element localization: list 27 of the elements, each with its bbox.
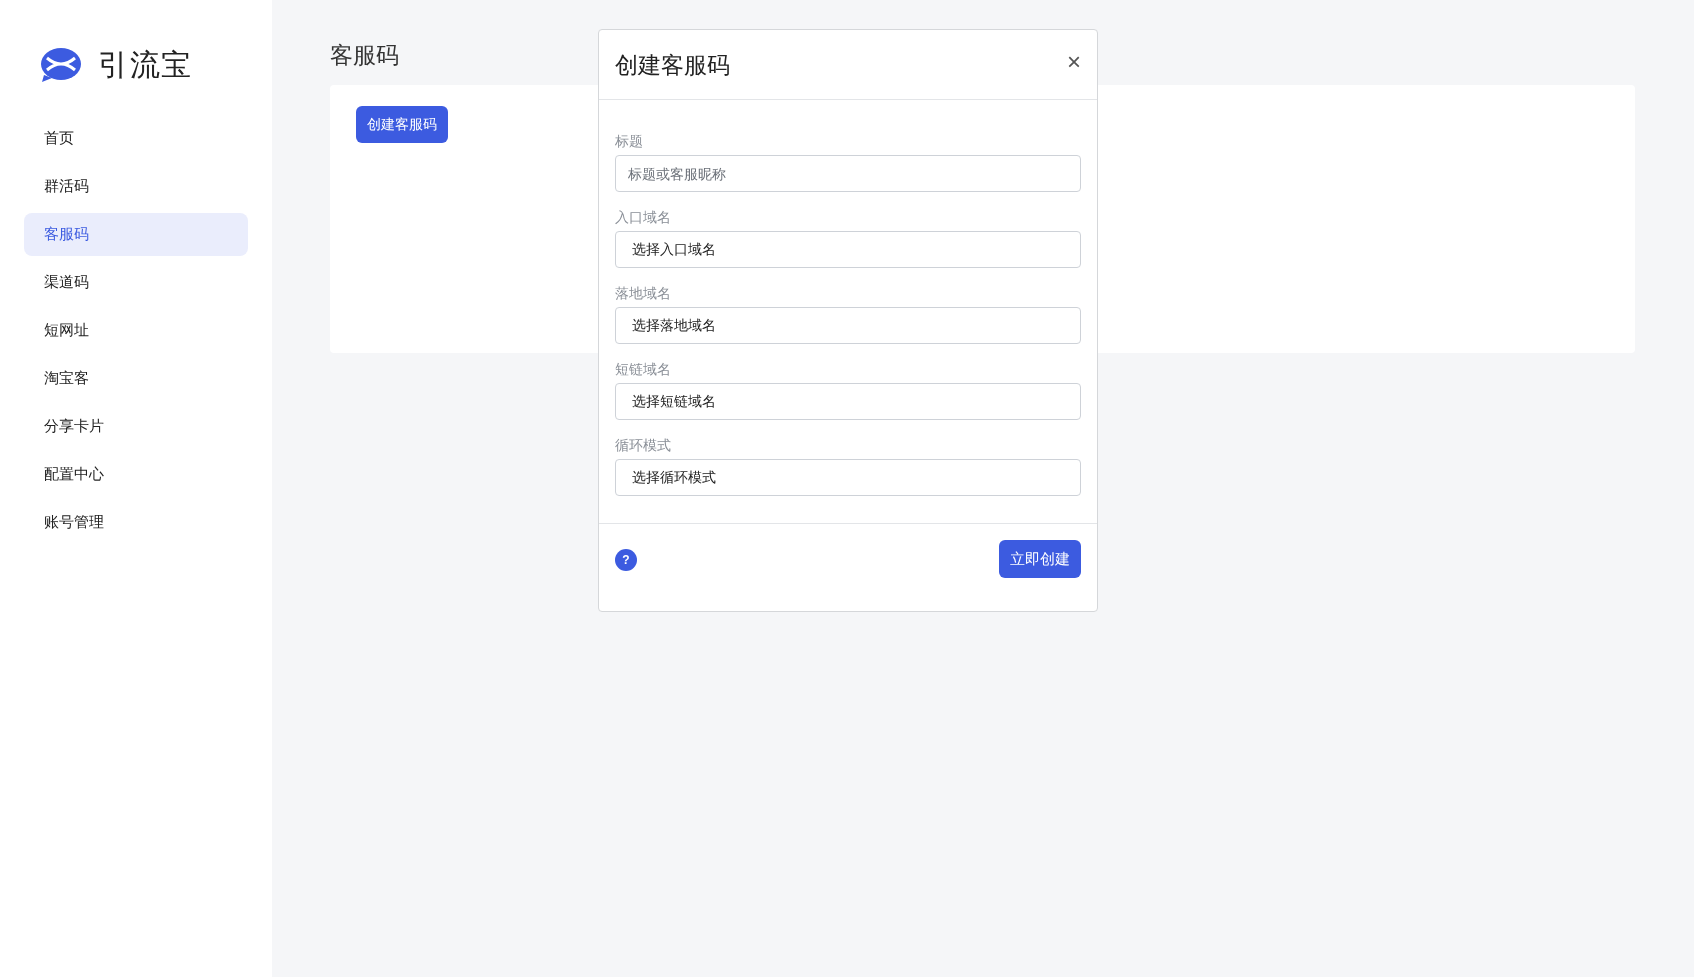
field-label: 落地域名 bbox=[615, 284, 672, 303]
field-label: 标题 bbox=[615, 132, 644, 151]
select-field[interactable]: 选择循环模式 bbox=[615, 459, 1081, 496]
field-label: 短链域名 bbox=[615, 360, 672, 379]
submit-button[interactable]: 立即创建 bbox=[999, 540, 1081, 578]
nav-item[interactable]: 淘宝客 bbox=[24, 357, 248, 400]
select-field[interactable]: 选择短链域名 bbox=[615, 383, 1081, 420]
input-field[interactable]: 标题或客服昵称 bbox=[615, 155, 1081, 192]
create-button[interactable]: 创建客服码 bbox=[356, 105, 448, 143]
field-label: 循环模式 bbox=[615, 436, 672, 455]
dialog-title: 创建客服码 bbox=[615, 51, 730, 81]
select-field[interactable]: 选择入口域名 bbox=[615, 231, 1081, 268]
nav-item[interactable]: 首页 bbox=[24, 117, 248, 160]
logo-icon bbox=[40, 46, 82, 83]
nav-item[interactable]: 配置中心 bbox=[24, 453, 248, 496]
nav-item[interactable]: 账号管理 bbox=[24, 501, 248, 544]
page-title: 客服码 bbox=[330, 41, 399, 70]
nav-item[interactable]: 短网址 bbox=[24, 309, 248, 352]
nav-item[interactable]: 客服码 bbox=[24, 213, 248, 256]
brand-name: 引流宝 bbox=[98, 47, 193, 83]
field-label: 入口域名 bbox=[615, 208, 672, 227]
close-button[interactable]: × bbox=[1067, 49, 1081, 74]
help-icon[interactable]: ? bbox=[615, 549, 637, 571]
nav-item[interactable]: 渠道码 bbox=[24, 261, 248, 304]
nav-item[interactable]: 群活码 bbox=[24, 165, 248, 208]
select-field[interactable]: 选择落地域名 bbox=[615, 307, 1081, 344]
nav-item[interactable]: 分享卡片 bbox=[24, 405, 248, 448]
